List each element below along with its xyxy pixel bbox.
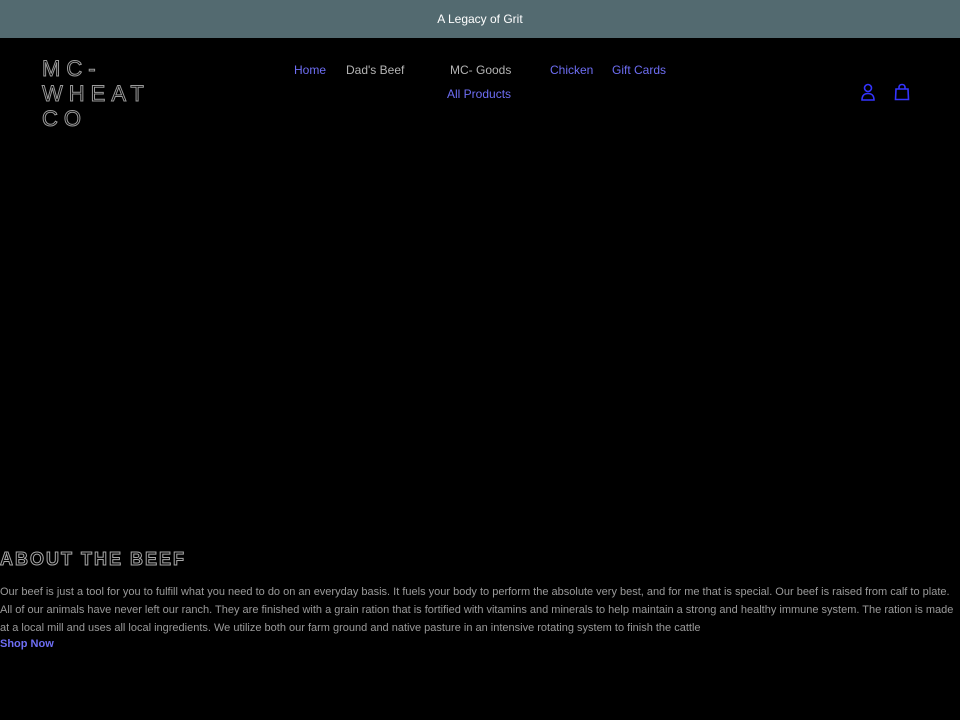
nav-dads-beef[interactable]: Dad's Beef [346, 63, 404, 77]
about-description: Our beef is just a tool for you to fulfi… [0, 586, 954, 634]
nav-all-products[interactable]: All Products [447, 87, 511, 101]
site-header: MC-WHEAT CO Home Dad's Beef MC- Goods Ch… [0, 38, 960, 132]
shop-now-link[interactable]: Shop Now [0, 638, 54, 650]
about-title: ABOUT THE BEEF [0, 549, 187, 570]
cart-icon [894, 83, 910, 101]
account-icon [861, 83, 875, 101]
announcement-text: A Legacy of Grit [437, 12, 523, 26]
nav-chicken[interactable]: Chicken [550, 63, 593, 77]
nav-mc-goods[interactable]: MC- Goods [450, 63, 511, 77]
nav-gift-cards[interactable]: Gift Cards [612, 63, 666, 77]
site-logo[interactable]: MC-WHEAT CO [42, 56, 192, 132]
account-button[interactable] [858, 82, 878, 102]
announcement-bar: A Legacy of Grit [0, 0, 960, 38]
nav-home[interactable]: Home [294, 63, 326, 77]
cart-button[interactable] [892, 82, 912, 102]
